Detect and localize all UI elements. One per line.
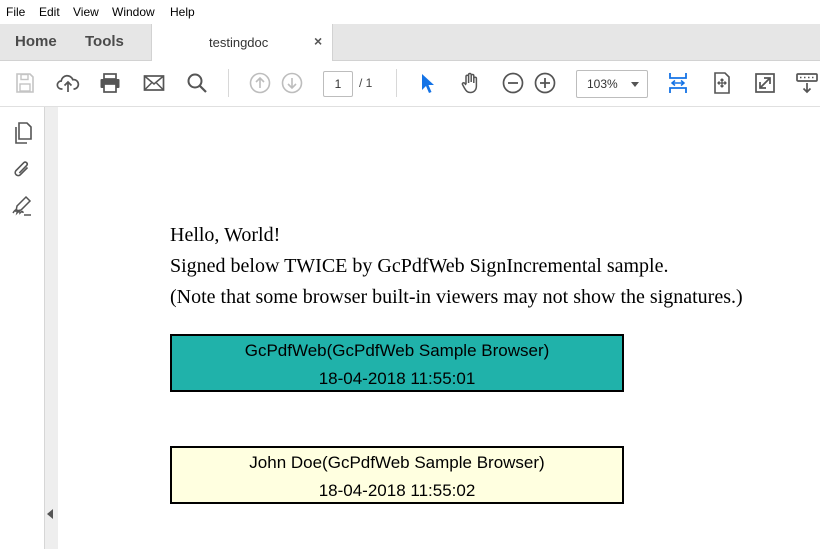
tab-document[interactable]: testingdoc × xyxy=(151,24,333,61)
doc-text-line: (Note that some browser built-in viewers… xyxy=(170,286,743,308)
document-tab-title: testingdoc xyxy=(209,35,269,50)
tab-bar: Home Tools testingdoc × xyxy=(0,24,820,61)
tab-home[interactable]: Home xyxy=(15,33,57,50)
cloud-upload-icon[interactable] xyxy=(56,71,80,95)
document-page: Hello, World! Signed below TWICE by GcPd… xyxy=(58,107,820,549)
menu-bar: File Edit View Window Help xyxy=(0,0,820,24)
hand-tool-icon[interactable] xyxy=(458,71,482,95)
collapse-arrow-icon[interactable] xyxy=(47,509,53,519)
toolbar: 1 / 1 103% xyxy=(0,61,820,107)
zoom-value: 103% xyxy=(587,77,618,91)
rotate-view-icon[interactable] xyxy=(710,71,734,95)
signature-field[interactable]: GcPdfWeb(GcPdfWeb Sample Browser) 18-04-… xyxy=(170,334,624,392)
chevron-down-icon xyxy=(631,82,639,87)
doc-text-line: Hello, World! xyxy=(170,224,281,246)
signer-name: GcPdfWeb(GcPdfWeb Sample Browser) xyxy=(244,341,550,360)
save-icon[interactable] xyxy=(13,71,37,95)
menu-view[interactable]: View xyxy=(73,5,99,19)
signer-name: John Doe(GcPdfWeb Sample Browser) xyxy=(249,453,545,472)
zoom-dropdown[interactable]: 103% xyxy=(576,70,648,98)
signature-date: 18-04-2018 11:55:02 xyxy=(318,481,476,500)
full-screen-icon[interactable] xyxy=(753,71,777,95)
more-tools-icon[interactable] xyxy=(795,71,819,95)
mail-icon[interactable] xyxy=(142,71,166,95)
attachment-icon[interactable] xyxy=(10,158,34,182)
close-icon[interactable]: × xyxy=(314,33,322,49)
select-cursor-icon[interactable] xyxy=(415,71,439,95)
left-navigation-pane xyxy=(0,107,44,549)
pane-splitter[interactable] xyxy=(44,107,58,549)
menu-help[interactable]: Help xyxy=(170,5,195,19)
signature-field[interactable]: John Doe(GcPdfWeb Sample Browser) 18-04-… xyxy=(170,446,624,504)
menu-edit[interactable]: Edit xyxy=(39,5,60,19)
doc-text-line: Signed below TWICE by GcPdfWeb SignIncre… xyxy=(170,255,669,277)
signature-pen-icon[interactable] xyxy=(10,195,34,219)
search-icon[interactable] xyxy=(185,71,209,95)
zoom-out-icon[interactable] xyxy=(501,71,525,95)
tab-tools[interactable]: Tools xyxy=(85,33,124,50)
page-total: / 1 xyxy=(359,76,373,90)
menu-window[interactable]: Window xyxy=(112,5,155,19)
menu-file[interactable]: File xyxy=(6,5,25,19)
signature-date: 18-04-2018 11:55:01 xyxy=(318,369,476,388)
previous-page-icon[interactable] xyxy=(248,71,272,95)
zoom-in-icon[interactable] xyxy=(533,71,557,95)
toolbar-separator xyxy=(228,69,229,97)
toolbar-separator xyxy=(396,69,397,97)
page-number-input[interactable]: 1 xyxy=(323,71,353,97)
page-thumbnails-icon[interactable] xyxy=(10,121,34,145)
print-icon[interactable] xyxy=(98,71,122,95)
fit-width-icon[interactable] xyxy=(666,71,690,95)
next-page-icon[interactable] xyxy=(280,71,304,95)
